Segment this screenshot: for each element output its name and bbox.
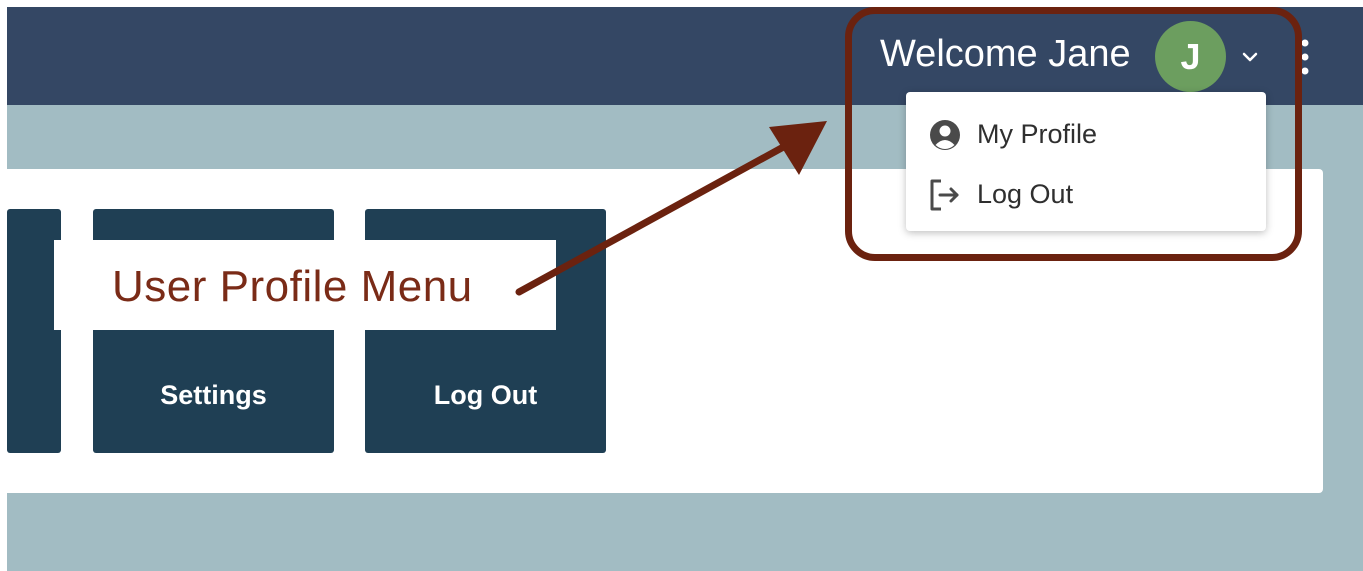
log-out-tile-label: Log Out <box>433 380 538 410</box>
settings-tile-label: Settings <box>160 380 267 410</box>
callout-text: User Profile Menu <box>112 262 473 311</box>
tile-partial[interactable] <box>7 209 61 453</box>
app-window: Welcome Jane J Settings Log Out User Pro… <box>7 7 1363 571</box>
annotation-highlight-ring <box>845 7 1302 261</box>
annotation-arrow <box>515 121 827 296</box>
annotation-callout: User Profile Menu <box>54 240 556 330</box>
